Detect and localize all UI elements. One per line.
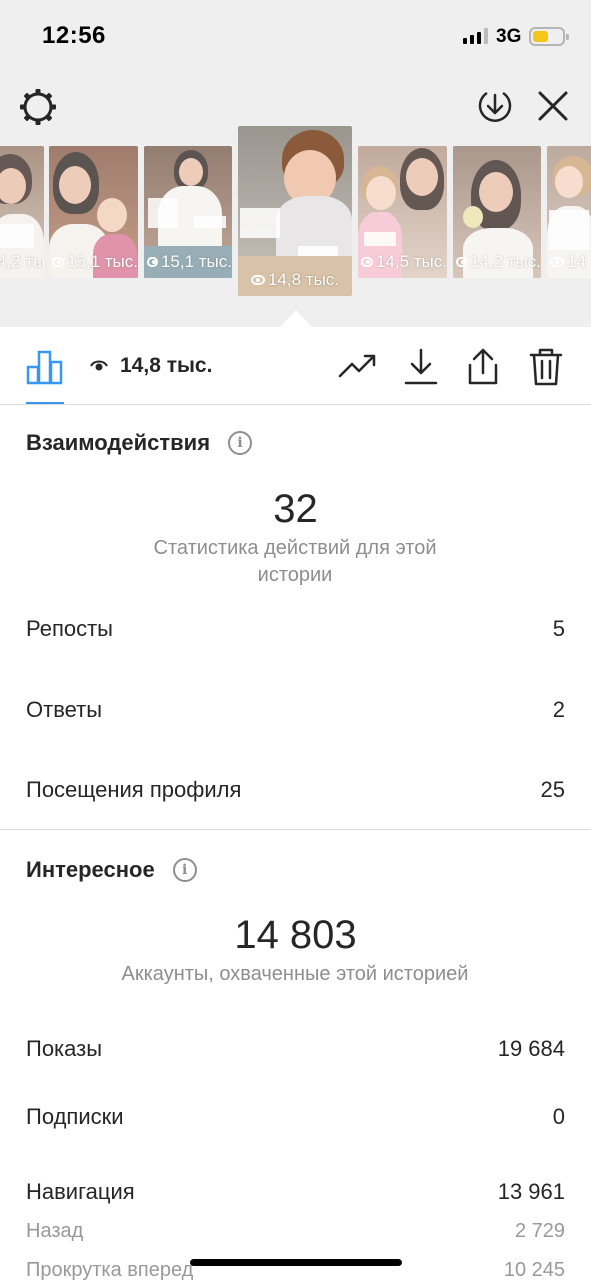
stat-row-impressions: Показы 19 684 bbox=[26, 1036, 565, 1061]
battery-icon bbox=[529, 27, 569, 46]
status-bar: 12:56 3G bbox=[0, 0, 591, 70]
trash-icon[interactable] bbox=[528, 347, 564, 387]
interactions-total: 32 bbox=[273, 487, 318, 531]
views-count: 14,8 тыс. bbox=[90, 354, 212, 378]
stat-subrow-back: Назад 2 729 bbox=[26, 1220, 565, 1242]
network-type: 3G bbox=[496, 26, 522, 47]
story-thumbnail[interactable]: 14 bbox=[547, 146, 591, 278]
status-time: 12:56 bbox=[42, 22, 106, 49]
story-views: 14,2 тыс. bbox=[453, 252, 541, 272]
discovery-description: Аккаунты, охваченные этой историей bbox=[121, 963, 469, 985]
stat-row-follows: Подписки 0 bbox=[26, 1104, 565, 1129]
discovery-title: Интересное i bbox=[26, 857, 197, 883]
stat-row-reposts: Репосты 5 bbox=[26, 616, 565, 641]
insights-bars-icon[interactable] bbox=[26, 349, 64, 385]
story-views: 14 bbox=[547, 252, 591, 272]
story-views: 15,1 тыс. bbox=[49, 252, 138, 272]
home-indicator[interactable] bbox=[190, 1259, 402, 1266]
interactions-description: Статистика действий для этой истории bbox=[153, 537, 437, 586]
story-views: 14,8 тыс. bbox=[238, 270, 352, 290]
section-divider bbox=[0, 829, 591, 830]
story-thumbnail-selected[interactable]: 14,8 тыс. bbox=[238, 126, 352, 296]
story-thumbnail[interactable]: 14,2 тыс. bbox=[453, 146, 541, 278]
story-thumbnail[interactable]: 15,1 тыс. bbox=[49, 146, 138, 278]
trending-icon[interactable] bbox=[338, 353, 378, 379]
story-action-row: 14,8 тыс. bbox=[0, 327, 591, 405]
close-icon[interactable] bbox=[535, 88, 571, 124]
interactions-title: Взаимодействия i bbox=[26, 430, 253, 456]
eye-icon bbox=[90, 360, 108, 371]
download-icon[interactable] bbox=[403, 347, 439, 387]
stat-row-profile-visits: Посещения профиля 25 bbox=[26, 777, 565, 802]
story-views: 14,5 тыс. bbox=[358, 252, 447, 272]
stat-row-replies: Ответы 2 bbox=[26, 697, 565, 722]
story-thumbnail-strip[interactable]: 4,2 тыс. 15,1 тыс. 15,1 тыс. 14,8 тыс. bbox=[0, 126, 591, 301]
info-icon[interactable]: i bbox=[228, 431, 253, 455]
gear-icon[interactable] bbox=[18, 87, 58, 127]
discovery-total: 14 803 bbox=[234, 913, 357, 957]
story-thumbnail[interactable]: 14,5 тыс. bbox=[358, 146, 447, 278]
share-icon[interactable] bbox=[465, 347, 501, 387]
story-thumbnail[interactable]: 15,1 тыс. bbox=[144, 146, 232, 278]
signal-icon bbox=[463, 28, 488, 44]
active-tab-indicator bbox=[26, 402, 64, 404]
selection-pointer bbox=[280, 310, 312, 327]
download-circle-icon[interactable] bbox=[475, 86, 515, 126]
info-icon[interactable]: i bbox=[172, 858, 197, 882]
story-views: 15,1 тыс. bbox=[144, 252, 232, 272]
stat-row-navigation: Навигация 13 961 bbox=[26, 1179, 565, 1204]
story-views: 4,2 тыс. bbox=[0, 252, 44, 271]
story-thumbnail[interactable]: 4,2 тыс. bbox=[0, 146, 44, 278]
